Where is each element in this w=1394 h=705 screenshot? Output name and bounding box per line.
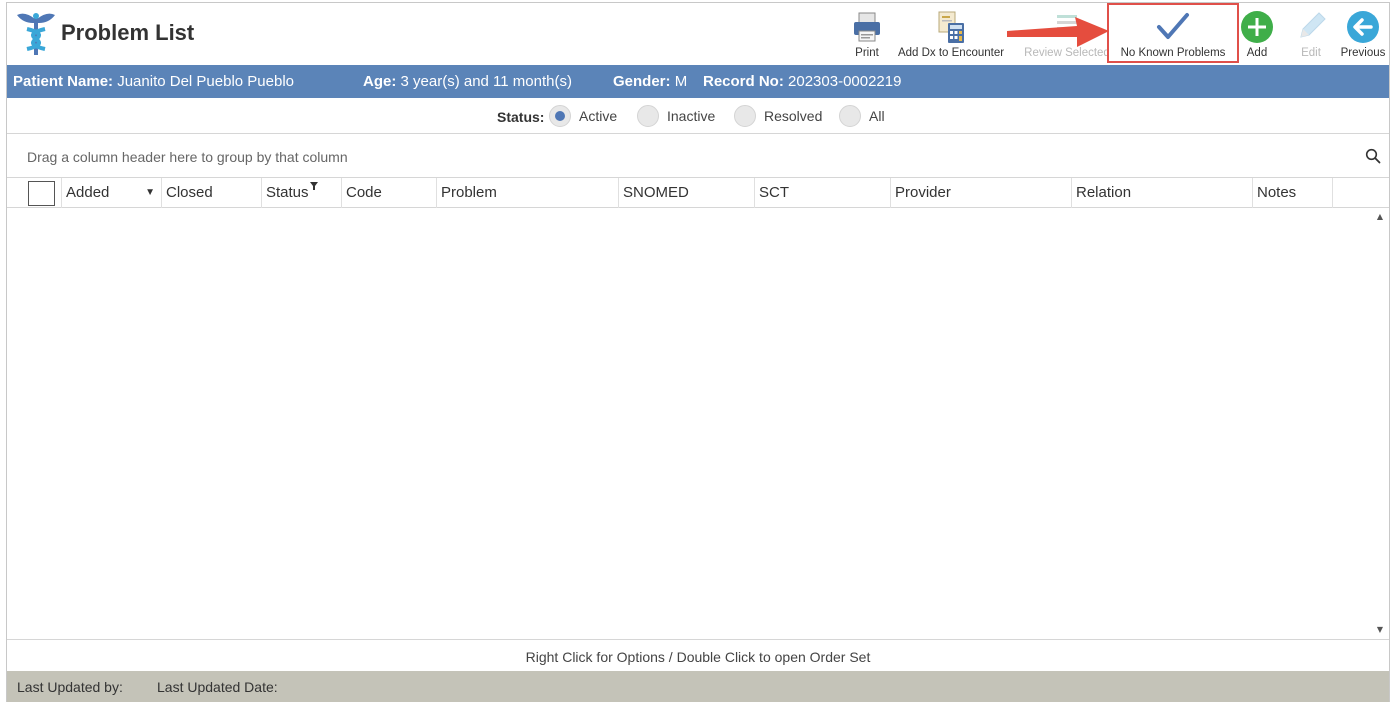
no-known-problems-label: No Known Problems xyxy=(1120,47,1226,59)
no-known-problems-button[interactable]: No Known Problems xyxy=(1107,3,1239,63)
patient-age-value: 3 year(s) and 11 month(s) xyxy=(400,73,572,90)
patient-gender-value: M xyxy=(674,73,688,90)
patient-name-label: Patient Name: xyxy=(13,73,114,90)
caduceus-logo-icon xyxy=(17,13,55,55)
previous-label: Previous xyxy=(1340,47,1386,59)
back-arrow-circle-icon xyxy=(1347,11,1379,43)
column-header-label: SNOMED xyxy=(623,184,689,201)
status-option-label: Inactive xyxy=(667,108,716,124)
page-title: Problem List xyxy=(61,20,195,45)
status-option-label: Active xyxy=(579,108,618,124)
add-label: Add xyxy=(1246,47,1268,59)
print-button[interactable]: Print xyxy=(843,7,891,63)
column-header-label: Added xyxy=(66,184,110,201)
printer-icon xyxy=(854,12,880,42)
last-updated-by-label: Last Updated by: xyxy=(17,679,123,695)
filter-icon[interactable] xyxy=(310,182,318,190)
search-icon[interactable] xyxy=(1365,148,1381,164)
status-option-label: Resolved xyxy=(764,108,823,124)
column-header-notes[interactable]: Notes xyxy=(1252,178,1332,208)
problem-grid-body[interactable]: ▲ ▼ xyxy=(7,208,1389,640)
header: Problem List Print Add Dx to Encounter R… xyxy=(7,3,1389,65)
edit-button[interactable]: Edit xyxy=(1293,7,1329,63)
status-label: Status: xyxy=(497,109,545,125)
column-header-label: Closed xyxy=(166,184,213,201)
column-header-provider[interactable]: Provider xyxy=(890,178,1071,208)
status-radio-active[interactable]: Active xyxy=(549,104,617,128)
patient-gender-label: Gender: xyxy=(613,73,671,90)
column-header-label: Code xyxy=(346,184,382,201)
group-by-hint: Drag a column header here to group by th… xyxy=(27,149,348,165)
column-header-status[interactable]: Status xyxy=(261,178,341,208)
scroll-down-arrow-icon[interactable]: ▼ xyxy=(1375,625,1385,635)
sort-desc-icon: ▼ xyxy=(145,187,155,198)
status-footer: Last Updated by: Last Updated Date: xyxy=(7,671,1389,702)
column-header-label: SCT xyxy=(759,184,789,201)
checkmark-icon xyxy=(1157,13,1189,39)
status-radio-all[interactable]: All xyxy=(839,104,885,128)
patient-record-label: Record No: xyxy=(703,73,784,90)
calculator-document-icon xyxy=(938,11,964,43)
patient-record: Record No: 202303-0002219 xyxy=(703,73,901,90)
column-header-sct[interactable]: SCT xyxy=(754,178,890,208)
add-dx-to-encounter-button[interactable]: Add Dx to Encounter xyxy=(893,7,1009,63)
column-header-code[interactable]: Code xyxy=(341,178,436,208)
column-header-problem[interactable]: Problem xyxy=(436,178,618,208)
grid-header: Added ▼ Closed Status Code Problem SNOME… xyxy=(7,178,1389,208)
status-radio-resolved[interactable]: Resolved xyxy=(734,104,822,128)
patient-info-bar: Patient Name: Juanito Del Pueblo Pueblo … xyxy=(7,65,1389,98)
column-header-label: Problem xyxy=(441,184,497,201)
patient-gender: Gender: M xyxy=(613,73,687,90)
column-header-closed[interactable]: Closed xyxy=(161,178,261,208)
patient-name-value: Juanito Del Pueblo Pueblo xyxy=(117,73,294,90)
add-button[interactable]: Add xyxy=(1239,7,1275,63)
column-header-label: Provider xyxy=(895,184,951,201)
column-header-added[interactable]: Added ▼ xyxy=(61,178,161,208)
patient-record-value: 202303-0002219 xyxy=(788,73,902,90)
radio-dot[interactable] xyxy=(734,105,756,127)
status-option-label: All xyxy=(869,108,885,124)
radio-dot[interactable] xyxy=(637,105,659,127)
patient-age-label: Age: xyxy=(363,73,397,90)
pencil-icon xyxy=(1300,12,1326,38)
last-updated-date-label: Last Updated Date: xyxy=(157,679,278,695)
column-header-relation[interactable]: Relation xyxy=(1071,178,1252,208)
radio-dot[interactable] xyxy=(839,105,861,127)
column-header-label: Status xyxy=(266,184,309,201)
column-header-label: Notes xyxy=(1257,184,1297,201)
group-by-panel[interactable]: Drag a column header here to group by th… xyxy=(7,134,1389,178)
column-header-label: Relation xyxy=(1076,184,1132,201)
patient-age: Age: 3 year(s) and 11 month(s) xyxy=(363,73,572,90)
select-all-checkbox[interactable] xyxy=(28,181,55,206)
radio-dot[interactable] xyxy=(549,105,571,127)
previous-button[interactable]: Previous xyxy=(1337,7,1389,63)
add-dx-label: Add Dx to Encounter xyxy=(897,47,1005,59)
print-label: Print xyxy=(855,47,879,59)
edit-label: Edit xyxy=(1301,47,1321,59)
status-radio-inactive[interactable]: Inactive xyxy=(637,104,715,128)
scroll-up-arrow-icon[interactable]: ▲ xyxy=(1375,212,1385,222)
column-header-spacer xyxy=(1332,178,1365,208)
status-filter: Status: Active Inactive Resolved All xyxy=(7,98,1389,134)
plus-circle-icon xyxy=(1241,11,1273,43)
grid-options-hint: Right Click for Options / Double Click t… xyxy=(525,649,871,665)
pointer-arrow-icon xyxy=(1007,17,1109,47)
problem-list-window: Problem List Print Add Dx to Encounter R… xyxy=(6,2,1390,702)
column-header-snomed[interactable]: SNOMED xyxy=(618,178,754,208)
patient-name: Patient Name: Juanito Del Pueblo Pueblo xyxy=(13,73,294,90)
